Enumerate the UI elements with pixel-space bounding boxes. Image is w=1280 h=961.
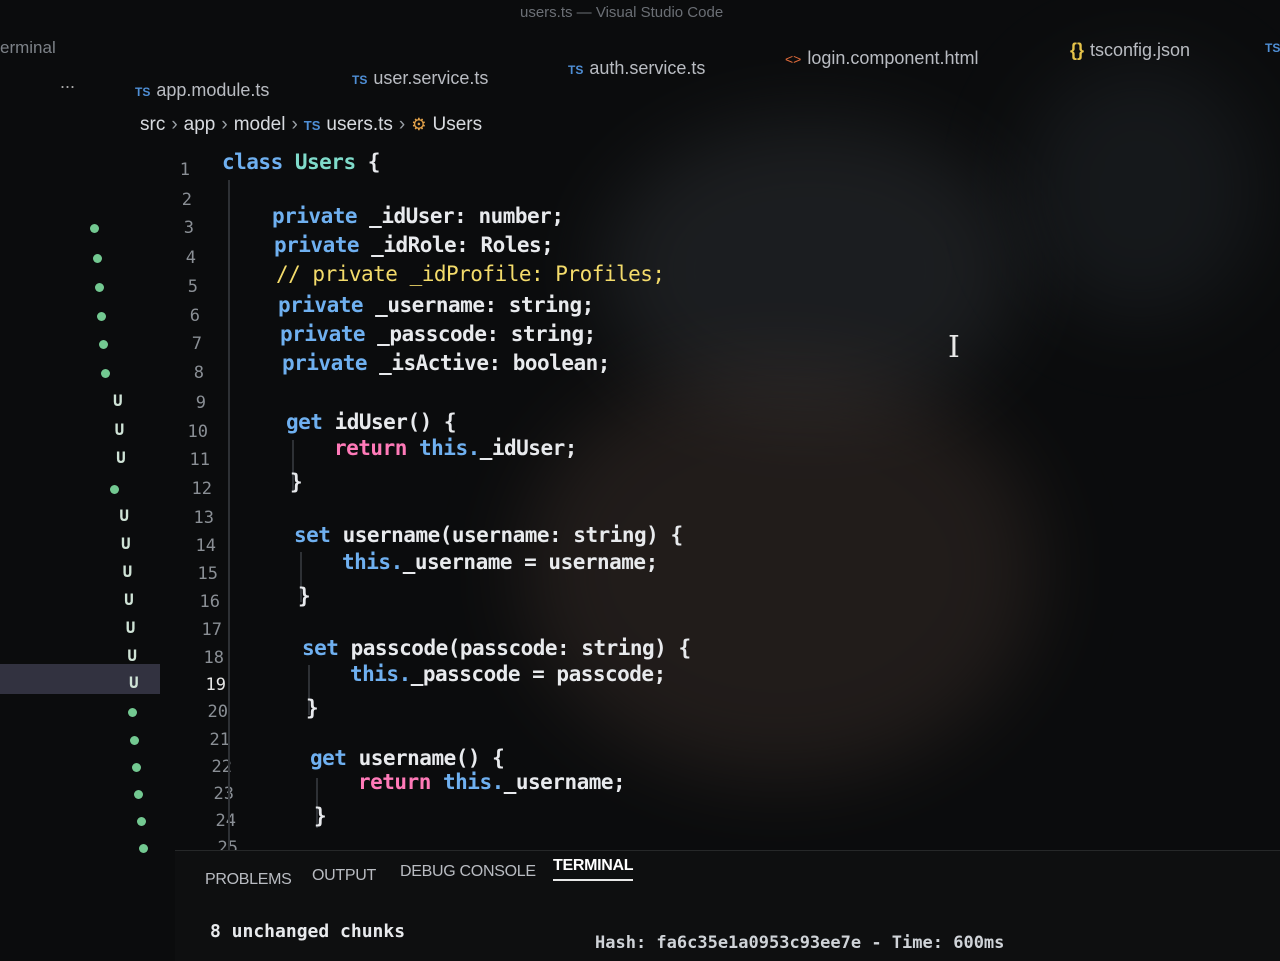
code-line-6: private _username: string; [278,293,594,317]
code-line-5-comment: // private _idProfile: Profiles; [276,262,665,286]
code-line-3: private _idUser: number; [272,204,564,228]
code-line-19: this._passcode = passcode; [350,662,666,686]
code-line-16: } [298,584,311,608]
code-line-1: class Users { [222,150,380,174]
panel-tab-debug-console[interactable]: DEBUG CONSOLE [400,863,536,881]
code-line-4: private _idRole: Roles; [274,233,554,257]
terminal-output-line: 8 unchanged chunks [210,921,406,942]
code-line-24: } [314,804,327,828]
code-line-18: set passcode(passcode: string) { [302,636,691,660]
code-line-12: } [290,470,303,494]
bottom-panel: PROBLEMS OUTPUT DEBUG CONSOLE TERMINAL 8… [175,850,1280,961]
panel-tab-output[interactable]: OUTPUT [312,867,376,885]
terminal-output-line-2: Hash: fa6c35e1a0953c93ee7e - Time: 600ms [595,933,1005,953]
panel-tab-terminal[interactable]: TERMINAL [553,857,634,881]
code-line-10: get idUser() { [286,410,457,434]
code-line-15: this._username = username; [342,550,658,574]
text-cursor-icon: I [948,330,960,365]
code-line-22: get username() { [310,746,505,770]
code-line-20: } [306,696,319,720]
code-line-23: return this._username; [358,770,626,794]
code-line-7: private _passcode: string; [280,322,596,346]
code-line-14: set username(username: string) { [294,523,683,547]
code-editor[interactable]: class Users { private _idUser: number; p… [0,0,1280,860]
code-line-8: private _isActive: boolean; [282,351,610,375]
code-line-11: return this._idUser; [334,436,577,460]
panel-tab-problems[interactable]: PROBLEMS [205,871,292,889]
